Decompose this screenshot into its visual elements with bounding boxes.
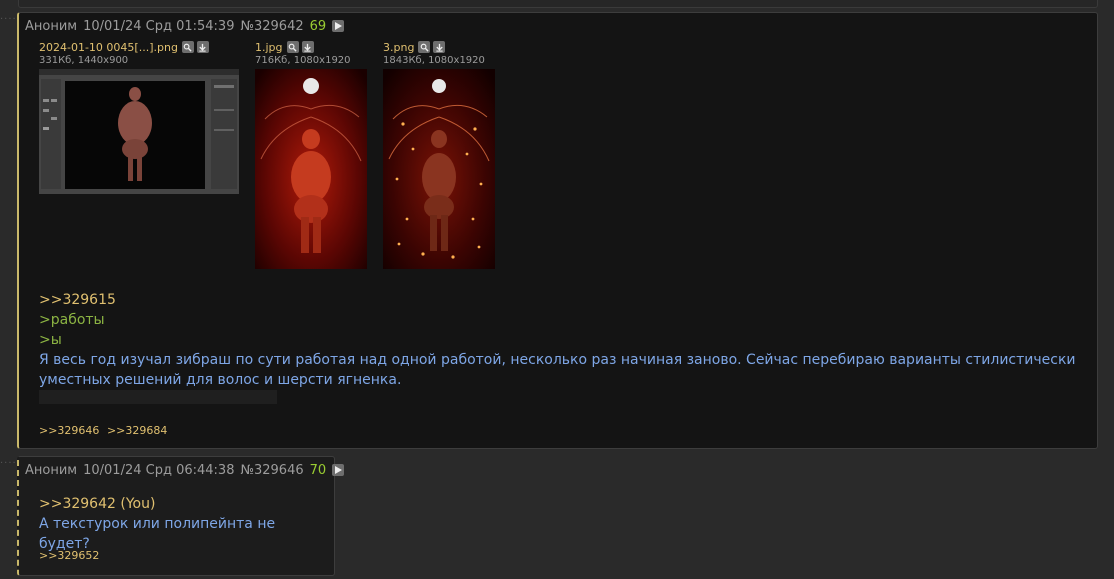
backlink[interactable]: >>329652 [39,549,99,562]
post-reply-count: 70 [309,462,327,478]
attachment-meta: 331Кб, 1440x900 [39,55,129,66]
post-reply-count: 69 [309,18,327,34]
magnifier-icon[interactable] [418,41,431,53]
attachment-thumbnail[interactable] [383,69,495,269]
reply-link[interactable]: >>329615 [39,292,116,308]
attachment-filename[interactable]: 2024-01-10 0045[...].png [39,41,178,54]
thread-connector-dots: ···· [0,458,17,469]
post: Аноним 10/01/24 Срд 06:44:38 №329646 70 … [17,456,345,576]
post-header: Аноним 10/01/24 Срд 01:54:39 №329642 69 [25,17,345,35]
attachment-meta: 1843Кб, 1080x1920 [383,55,485,66]
post-number[interactable]: №329642 [240,19,303,34]
quote-text: >ы [39,332,62,348]
play-icon[interactable] [332,464,345,476]
message-text: А текстурок или полипейнта не будет? [39,516,276,552]
download-icon[interactable] [196,41,209,53]
attachment: 3.png 1843Кб, 1080x1920 [383,40,485,67]
post-date: 10/01/24 Срд 01:54:39 [83,18,235,34]
post-number[interactable]: №329646 [240,463,303,478]
post-message: >>329615 >работы >ы Я весь год изучал зи… [39,290,1079,390]
attachment-filename[interactable]: 3.png [383,41,414,54]
post-message: >>329642 (You) А текстурок или полипейнт… [39,494,329,554]
attachment: 2024-01-10 0045[...].png 331Кб, 1440x900 [39,40,212,66]
backlinks: >>329646 >>329684 [39,424,171,437]
post-header: Аноним 10/01/24 Срд 06:44:38 №329646 70 [25,461,345,479]
backlink[interactable]: >>329684 [107,424,167,437]
attachment-thumbnail[interactable] [255,69,367,269]
post: Аноним 10/01/24 Срд 01:54:39 №329642 69 … [17,12,1098,449]
thread-connector-dots: ···· [0,14,17,25]
backlinks: >>329652 [39,549,103,562]
play-icon[interactable] [332,20,345,32]
post-author: Аноним [25,462,78,478]
attachment-meta: 716Кб, 1080x1920 [255,55,351,66]
previous-post-edge [18,0,1098,8]
backlink[interactable]: >>329646 [39,424,99,437]
magnifier-icon[interactable] [181,41,194,53]
attachment-filename[interactable]: 1.jpg [255,41,283,54]
attachment-thumbnail[interactable] [39,69,239,194]
download-icon[interactable] [301,41,314,53]
attachment: 1.jpg 716Кб, 1080x1920 [255,40,351,67]
post-date: 10/01/24 Срд 06:44:38 [83,462,235,478]
quote-text: >работы [39,312,105,328]
magnifier-icon[interactable] [286,41,299,53]
download-icon[interactable] [433,41,446,53]
message-text: Я весь год изучал зибраш по сути работая… [39,352,1076,388]
post-author: Аноним [25,18,78,34]
hidden-line [39,390,277,404]
reply-link[interactable]: >>329642 (You) [39,496,155,512]
